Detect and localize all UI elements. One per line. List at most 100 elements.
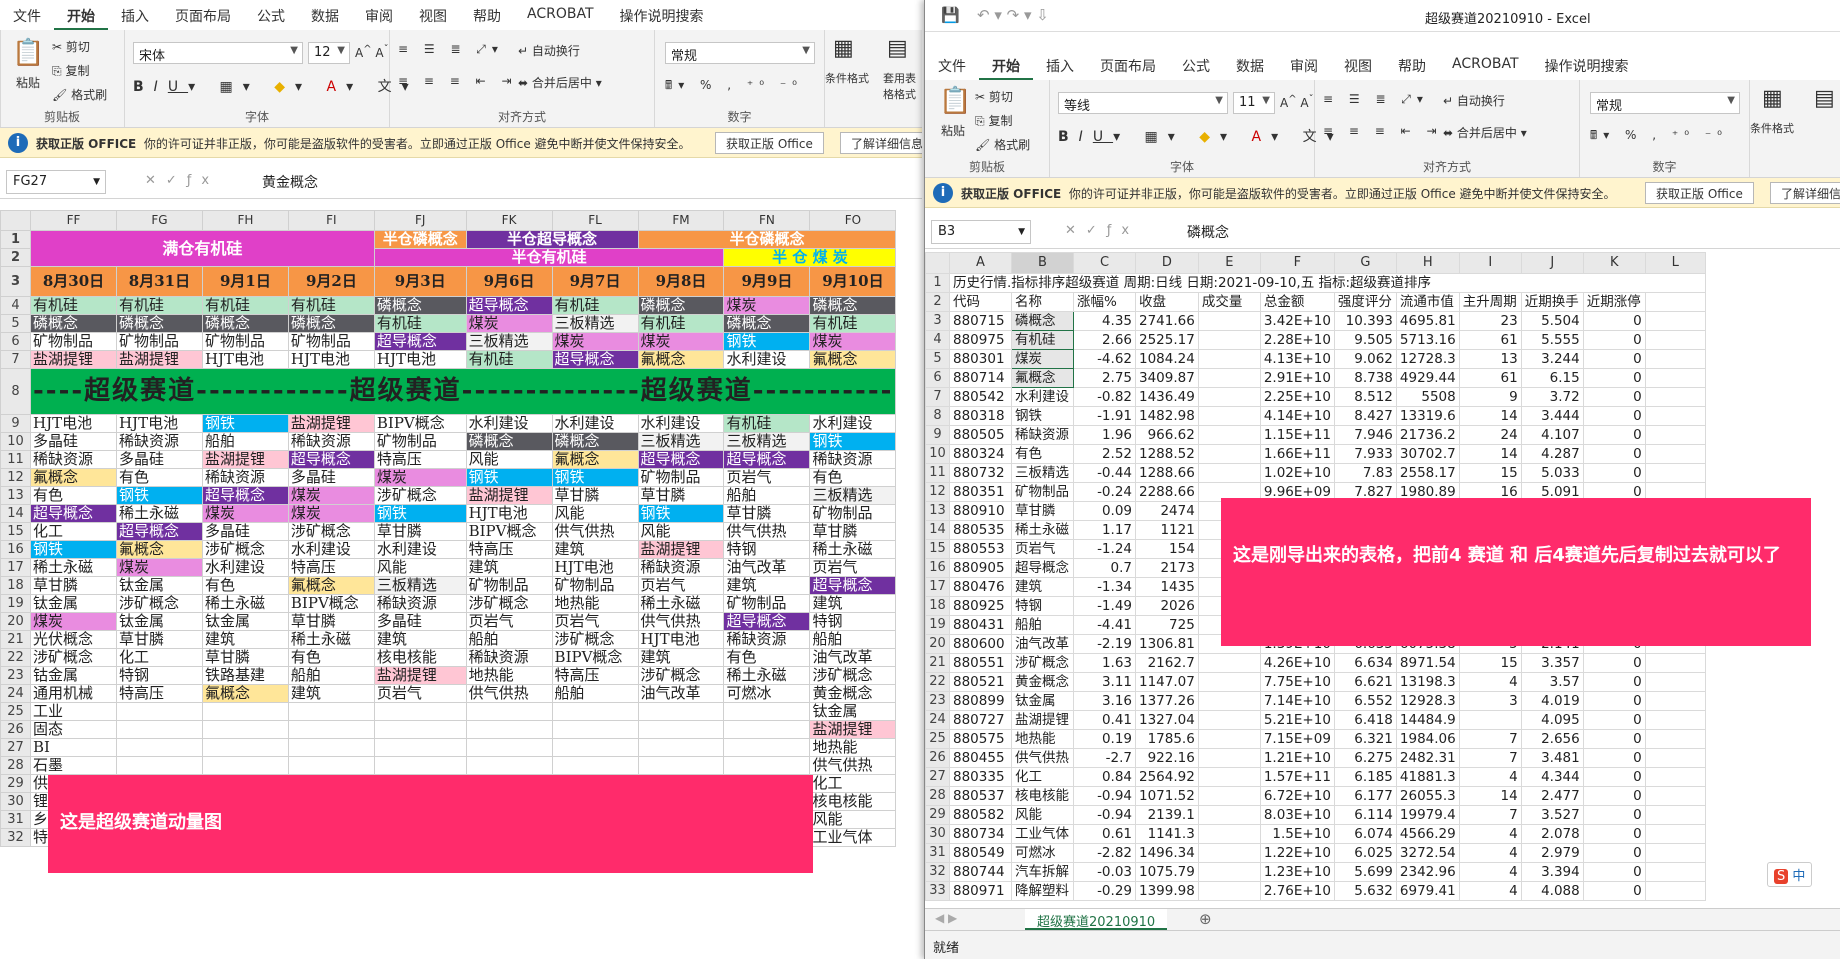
data-cell[interactable]: 7.14E+10: [1259, 691, 1335, 711]
sector-cell[interactable]: 涉矿概念: [287, 522, 375, 541]
number-buttons[interactable]: 🖩▾ % , ⁺⁰ ⁻⁰: [1590, 126, 1728, 147]
data-cell[interactable]: 8.03E+10: [1259, 805, 1335, 825]
sector-cell[interactable]: 水利建设: [723, 350, 811, 369]
sector-cell[interactable]: 风能: [637, 522, 725, 541]
sector-cell[interactable]: 稀缺资源: [30, 450, 117, 469]
sector-cell[interactable]: 水利建设: [809, 414, 897, 433]
row-header[interactable]: 12: [925, 482, 950, 502]
empty-cell[interactable]: [1644, 406, 1706, 426]
copy-button[interactable]: ⎘ 复制: [52, 62, 89, 79]
sector-cell[interactable]: 磷概念: [373, 296, 467, 315]
sector-cell[interactable]: 涉矿概念: [30, 648, 117, 667]
sector-cell[interactable]: 建筑: [723, 576, 811, 595]
data-cell[interactable]: [1197, 767, 1261, 787]
sector-cell[interactable]: [287, 738, 375, 757]
sector-cell[interactable]: [373, 756, 467, 775]
merge-center-button[interactable]: ⬌ 合并后居中 ▾: [518, 74, 602, 91]
sector-cell[interactable]: 页岩气: [465, 612, 553, 631]
sector-cell[interactable]: [115, 756, 203, 775]
conditional-format-button[interactable]: 条件格式: [825, 70, 869, 86]
row-header[interactable]: 9: [925, 425, 950, 445]
sector-cell[interactable]: 钴金属: [30, 666, 117, 685]
row-header[interactable]: 26: [925, 748, 950, 768]
data-cell[interactable]: 1147.07: [1135, 672, 1199, 692]
data-cell[interactable]: 2173: [1135, 558, 1199, 578]
row-header[interactable]: 27: [925, 767, 950, 787]
sector-cell[interactable]: 有机硅: [373, 314, 467, 333]
data-cell[interactable]: 1.66E+11: [1259, 444, 1335, 464]
row-header[interactable]: 12: [0, 468, 31, 487]
sector-name-cell[interactable]: 工业气体: [1011, 824, 1074, 844]
sector-cell[interactable]: 建筑: [373, 630, 467, 649]
sector-cell[interactable]: 有色: [809, 468, 897, 487]
sector-cell[interactable]: 煤炭: [287, 504, 375, 523]
format-as-table-button[interactable]: 套用表格格式: [883, 70, 922, 102]
sector-cell[interactable]: 水利建设: [201, 558, 289, 577]
data-cell[interactable]: 6.185: [1333, 767, 1397, 787]
row-header[interactable]: 22: [0, 648, 31, 667]
data-cell[interactable]: [1197, 748, 1261, 768]
data-cell[interactable]: 12928.3: [1395, 691, 1460, 711]
sector-cell[interactable]: 超导概念: [115, 522, 203, 541]
data-cell[interactable]: [1197, 425, 1261, 445]
row-header[interactable]: 23: [0, 666, 31, 685]
data-cell[interactable]: 4.13E+10: [1259, 349, 1335, 369]
data-cell[interactable]: -4.41: [1073, 615, 1136, 635]
sector-cell[interactable]: 船舶: [201, 432, 289, 451]
sector-cell[interactable]: 建筑: [201, 630, 289, 649]
data-cell[interactable]: 6.025: [1333, 843, 1397, 863]
sector-cell[interactable]: [201, 720, 289, 739]
data-cell[interactable]: 13319.6: [1395, 406, 1460, 426]
conditional-format-icon[interactable]: ▦: [1762, 86, 1783, 111]
data-cell[interactable]: [1197, 824, 1261, 844]
sector-cell[interactable]: 特高压: [465, 540, 553, 559]
sector-cell[interactable]: 建筑: [637, 648, 725, 667]
data-cell[interactable]: 4: [1458, 767, 1522, 787]
learn-more-button[interactable]: 了解详细信息: [1770, 182, 1840, 204]
data-cell[interactable]: 2741.66: [1135, 311, 1199, 331]
column-title[interactable]: 近期涨停: [1582, 292, 1646, 312]
grow-font-icon[interactable]: A^ Aˇ: [355, 44, 389, 60]
paste-icon[interactable]: 📋: [12, 38, 44, 68]
format-buttons-row[interactable]: BIU▾ ▦▾ ◆▾ A▾ 文▾: [133, 76, 419, 96]
wrap-text-button[interactable]: ↵ 自动换行: [1443, 92, 1505, 109]
data-cell[interactable]: [1197, 349, 1261, 369]
empty-cell[interactable]: [1644, 881, 1706, 901]
data-cell[interactable]: 4.095: [1520, 710, 1584, 730]
sector-cell[interactable]: [201, 702, 289, 721]
sector-cell[interactable]: 氟概念: [201, 684, 289, 703]
sector-cell[interactable]: 超导概念: [201, 486, 289, 505]
sector-cell[interactable]: [115, 738, 203, 757]
data-cell[interactable]: 1.57E+11: [1259, 767, 1335, 787]
formula-input[interactable]: 磷概念: [1187, 222, 1229, 242]
data-cell[interactable]: 7: [1458, 748, 1522, 768]
sector-cell[interactable]: HJT电池: [465, 504, 553, 523]
column-title[interactable]: 收盘: [1135, 292, 1199, 312]
sector-cell[interactable]: [287, 720, 375, 739]
data-cell[interactable]: 880734: [949, 824, 1012, 844]
data-cell[interactable]: 14: [1458, 406, 1522, 426]
data-cell[interactable]: 2474: [1135, 501, 1199, 521]
sector-name-cell[interactable]: 页岩气: [1011, 539, 1074, 559]
data-cell[interactable]: [1197, 862, 1261, 882]
empty-cell[interactable]: [1644, 824, 1706, 844]
data-cell[interactable]: [1197, 653, 1261, 673]
data-cell[interactable]: 880535: [949, 520, 1012, 540]
font-size-select[interactable]: 11 ▼: [1233, 92, 1275, 114]
data-cell[interactable]: 4.344: [1520, 767, 1584, 787]
bold-icon[interactable]: B: [133, 79, 154, 95]
sector-cell[interactable]: 供气供热: [723, 522, 811, 541]
data-cell[interactable]: 3: [1458, 691, 1522, 711]
sector-cell[interactable]: 有机硅: [30, 296, 117, 315]
sector-cell[interactable]: 钢铁: [373, 504, 467, 523]
sector-cell[interactable]: 页岩气: [551, 612, 639, 631]
sector-name-cell[interactable]: 草甘膦: [1011, 501, 1074, 521]
row-header[interactable]: 19: [0, 594, 31, 613]
empty-cell[interactable]: [1644, 691, 1706, 711]
sector-cell[interactable]: 稀缺资源: [115, 432, 203, 451]
column-header[interactable]: FI: [287, 210, 375, 231]
data-cell[interactable]: 0: [1582, 463, 1646, 483]
data-cell[interactable]: 0: [1582, 805, 1646, 825]
empty-cell[interactable]: [1644, 425, 1706, 445]
data-cell[interactable]: 1288.66: [1135, 463, 1199, 483]
